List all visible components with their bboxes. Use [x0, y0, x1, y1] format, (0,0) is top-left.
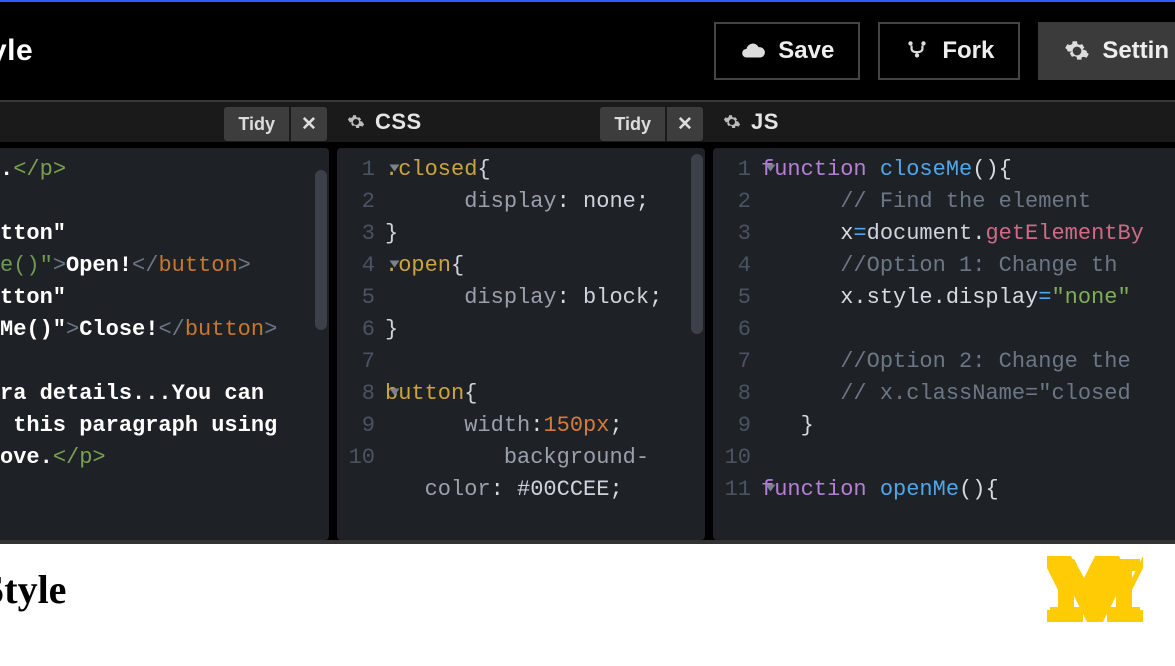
css-panel-header: CSS Tidy ✕ [333, 100, 709, 142]
css-editor[interactable]: 1.closed{2 display: none;3}4.open{5 disp… [337, 148, 705, 540]
html-panel-header: Tidy ✕ [0, 100, 333, 142]
save-button-label: Save [778, 37, 834, 65]
page-title: yle [0, 34, 33, 68]
toolbar-header: yle Save Fork Settin [0, 0, 1175, 100]
html-editor[interactable]: .</p> tton"e()">Open!</button>tton"Me()"… [0, 148, 329, 540]
result-heading: Style [0, 566, 1175, 613]
settings-button-label: Settin [1102, 37, 1169, 65]
css-close-button[interactable]: ✕ [667, 107, 703, 141]
html-panel: Tidy ✕ .</p> tton"e()">Open!</button>tto… [0, 100, 333, 540]
toolbar-button-group: Save Fork Settin [714, 22, 1175, 80]
scrollbar[interactable] [315, 170, 327, 330]
fork-button[interactable]: Fork [878, 22, 1020, 80]
result-pane: Style [0, 544, 1175, 666]
css-panel-label: CSS [375, 109, 422, 135]
settings-button[interactable]: Settin [1038, 22, 1175, 80]
editor-panels: Tidy ✕ .</p> tton"e()">Open!</button>tto… [0, 100, 1175, 544]
cloud-icon [740, 38, 766, 64]
fork-icon [904, 38, 930, 64]
html-tidy-button[interactable]: Tidy [224, 107, 289, 141]
js-panel-label: JS [751, 109, 779, 135]
michigan-logo [1045, 554, 1145, 629]
gear-icon [1064, 38, 1090, 64]
html-close-button[interactable]: ✕ [291, 107, 327, 141]
gear-icon[interactable] [347, 113, 365, 131]
gear-icon[interactable] [723, 113, 741, 131]
js-panel-header: JS [709, 100, 1175, 142]
js-panel: JS 1function closeMe(){ 2 // Find the el… [709, 100, 1175, 540]
css-panel: CSS Tidy ✕ 1.closed{2 display: none;3}4.… [333, 100, 709, 540]
js-editor[interactable]: 1function closeMe(){ 2 // Find the eleme… [713, 148, 1175, 540]
css-tidy-button[interactable]: Tidy [600, 107, 665, 141]
fork-button-label: Fork [942, 37, 994, 65]
save-button[interactable]: Save [714, 22, 860, 80]
